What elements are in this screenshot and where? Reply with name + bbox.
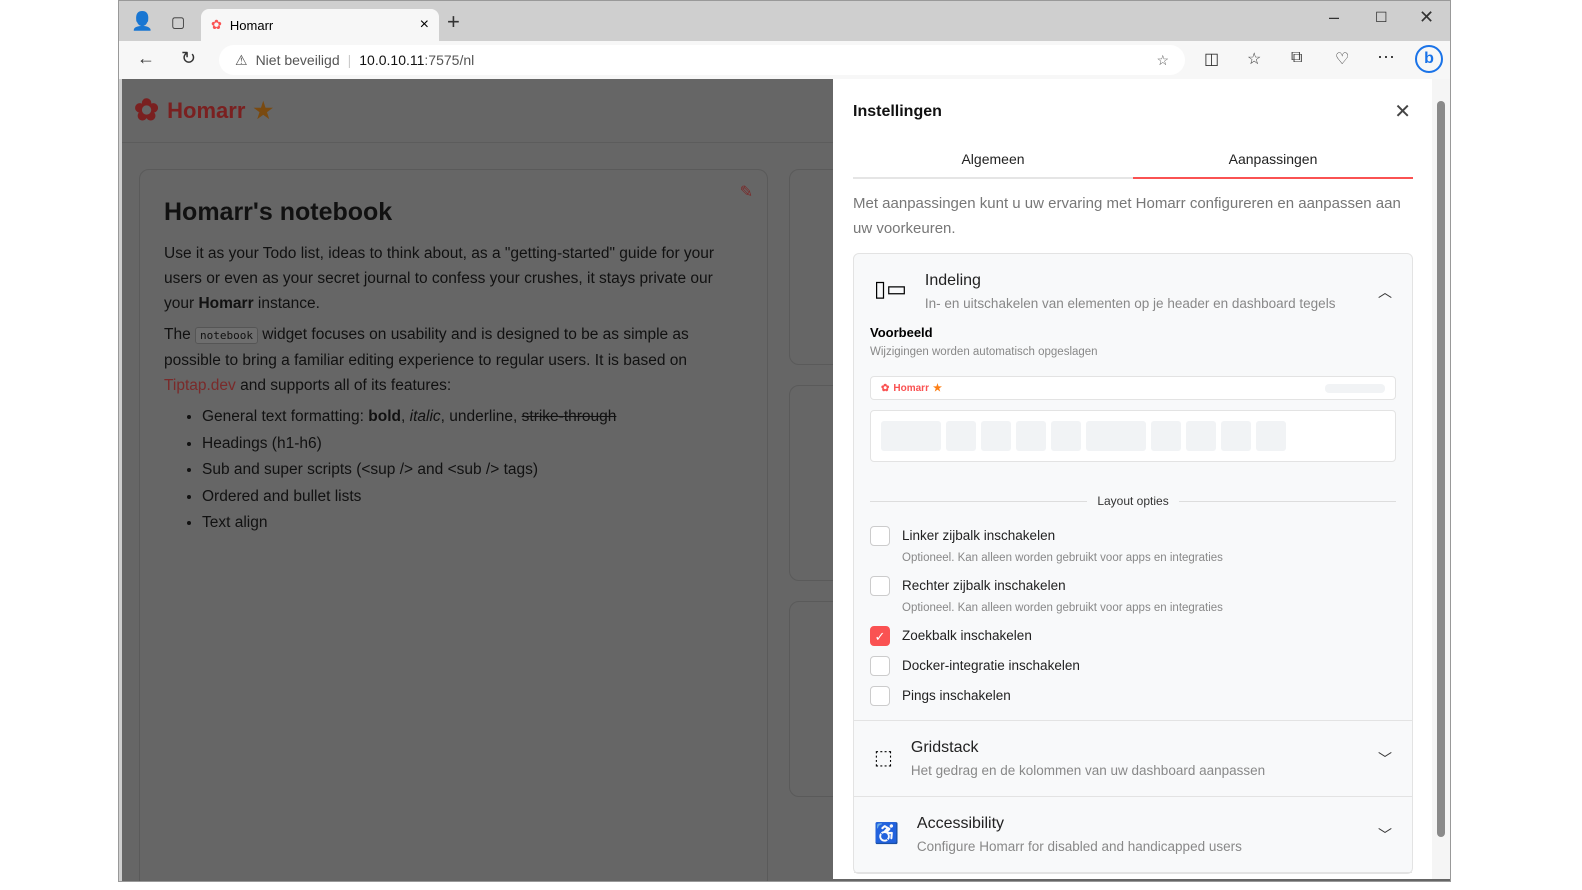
section-indeling[interactable]: ▯▭ Indeling In- en uitschakelen van eleme… xyxy=(854,254,1412,329)
browser-tab[interactable]: ✿ Homarr × xyxy=(201,9,439,41)
edit-icon[interactable]: ✎ xyxy=(740,182,753,202)
section-gridstack[interactable]: ⬚ Gridstack Het gedrag en de kolommen van… xyxy=(854,721,1412,797)
checkbox[interactable] xyxy=(870,526,890,546)
list-item: General text formatting: bold, italic, u… xyxy=(202,404,743,431)
minimize-icon[interactable]: – xyxy=(1329,7,1339,28)
url-host: 10.0.10.11 xyxy=(359,52,425,68)
settings-tabs: Algemeen Aanpassingen xyxy=(853,151,1413,179)
list-item: Headings (h1-h6) xyxy=(202,431,743,458)
homarr-logo-icon: ✿ xyxy=(134,94,160,127)
option-right-sidebar[interactable]: Rechter zijbalk inschakelen Optioneel. Ka… xyxy=(870,576,1396,614)
new-tab-icon[interactable]: + xyxy=(447,9,460,35)
notebook-title: Homarr's notebook xyxy=(164,198,393,226)
warning-icon: ⚠ xyxy=(235,51,248,68)
notebook-widget: ✎ Homarr's notebook Use it as your Todo … xyxy=(139,169,768,881)
bing-copilot-icon[interactable]: b xyxy=(1415,45,1443,73)
tab-title: Homarr xyxy=(229,17,274,33)
browser-window: 👤 ▢ ✿ Homarr × + – ☐ ✕ ← ↻ ⚠ Niet beveil… xyxy=(118,0,1451,882)
preview-subtitle: Wijzigingen worden automatisch opgeslage… xyxy=(870,346,1098,358)
extensions-icon[interactable]: ♡ xyxy=(1335,49,1349,69)
tab-algemeen[interactable]: Algemeen xyxy=(853,151,1133,177)
chevron-down-icon[interactable]: ﹀ xyxy=(1378,749,1392,769)
scrollbar-thumb[interactable] xyxy=(1437,101,1445,837)
option-pings[interactable]: Pings inschakelen xyxy=(870,686,1396,706)
list-item: Sub and super scripts (<sup /> and <sub … xyxy=(202,457,743,484)
tiptap-link[interactable]: Tiptap.dev xyxy=(164,377,236,394)
drawer-title: Instellingen xyxy=(853,103,942,120)
checkbox[interactable] xyxy=(870,686,890,706)
preview-header: ✿ Homarr ★ xyxy=(870,376,1396,400)
app-name: Homarr xyxy=(167,97,246,123)
option-left-sidebar[interactable]: Linker zijbalk inschakelen Optioneel. Kan… xyxy=(870,526,1396,564)
address-bar[interactable]: ⚠ Niet beveiligd | 10.0.10.11:7575/nl ☆ xyxy=(219,45,1185,75)
accessibility-icon: ♿ xyxy=(874,823,899,845)
close-window-icon[interactable]: ✕ xyxy=(1419,7,1434,28)
page-content: ✿ Homarr ★ ✎ Homarr's notebook Use it as… xyxy=(122,79,1450,881)
list-item: Text align xyxy=(202,510,743,537)
notebook-paragraph: The notebook widget focuses on usability… xyxy=(164,326,689,394)
preview-tiles xyxy=(870,410,1396,462)
tab-actions-icon[interactable]: ▢ xyxy=(171,13,185,31)
checkbox[interactable] xyxy=(870,576,890,596)
notebook-paragraph: Use it as your Todo list, ideas to think… xyxy=(164,245,715,312)
profile-icon[interactable]: 👤 xyxy=(131,11,153,32)
drawer-description: Met aanpassingen kunt u uw ervaring met … xyxy=(853,195,1401,237)
url-path: :7575/nl xyxy=(424,52,475,68)
back-icon[interactable]: ← xyxy=(137,48,155,69)
refresh-icon[interactable]: ↻ xyxy=(181,48,196,69)
section-accessibility[interactable]: ♿ Accessibility Configure Homarr for disa… xyxy=(854,797,1412,873)
close-drawer-icon[interactable]: ✕ xyxy=(1394,99,1411,124)
layout-divider: Layout opties xyxy=(870,494,1396,508)
more-icon[interactable]: ⋯ xyxy=(1377,47,1395,68)
security-label[interactable]: Niet beveiligd xyxy=(256,52,340,68)
favorite-star-icon[interactable]: ☆ xyxy=(1156,52,1169,69)
layout-icon: ▯▭ xyxy=(874,276,907,301)
favicon-icon: ✿ xyxy=(211,17,222,32)
chevron-up-icon[interactable]: ︿ xyxy=(1378,282,1392,302)
collections-icon[interactable]: ⧉ xyxy=(1291,49,1302,67)
checkbox[interactable] xyxy=(870,656,890,676)
checkbox-checked[interactable]: ✓ xyxy=(870,626,890,646)
close-tab-icon[interactable]: × xyxy=(420,16,429,34)
list-item: Ordered and bullet lists xyxy=(202,484,743,511)
maximize-icon[interactable]: ☐ xyxy=(1375,9,1388,26)
scrollbar[interactable] xyxy=(1432,79,1450,879)
indeling-panel: Voorbeeld Wijzigingen worden automatisch… xyxy=(854,325,1412,721)
customization-accordion: ▯▭ Indeling In- en uitschakelen van eleme… xyxy=(853,253,1413,874)
grid-pointer-icon: ⬚ xyxy=(874,747,893,769)
address-bar-row: ← ↻ ⚠ Niet beveiligd | 10.0.10.11:7575/n… xyxy=(119,41,1450,79)
feature-list: General text formatting: bold, italic, u… xyxy=(164,404,743,537)
settings-drawer: Instellingen ✕ Algemeen Aanpassingen Met… xyxy=(833,79,1433,879)
favorites-icon[interactable]: ☆ xyxy=(1247,49,1261,69)
chevron-down-icon[interactable]: ﹀ xyxy=(1378,825,1392,845)
split-screen-icon[interactable]: ◫ xyxy=(1204,49,1219,69)
tab-bar: 👤 ▢ ✿ Homarr × + – ☐ ✕ xyxy=(119,1,1450,41)
star-icon: ★ xyxy=(253,97,274,123)
tab-aanpassingen[interactable]: Aanpassingen xyxy=(1133,151,1413,179)
option-docker[interactable]: Docker-integratie inschakelen xyxy=(870,656,1396,676)
option-search-bar[interactable]: ✓ Zoekbalk inschakelen xyxy=(870,626,1396,646)
